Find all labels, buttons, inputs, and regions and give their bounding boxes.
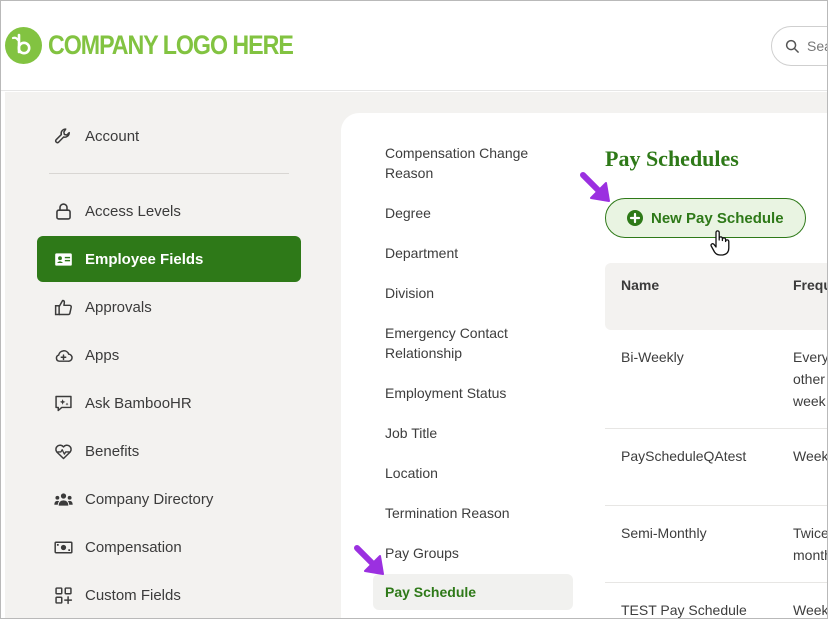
submenu-item-employment-status[interactable]: Employment Status (385, 383, 565, 403)
column-header-frequency[interactable]: Frequ (793, 277, 827, 293)
annotation-arrow-icon (580, 172, 610, 202)
submenu-item-termination-reason[interactable]: Termination Reason (385, 503, 565, 523)
table-cell-name[interactable]: Semi-Monthly (621, 522, 707, 544)
grid-plus-icon (54, 586, 72, 604)
sidebar-item-company-directory[interactable]: Company Directory (37, 476, 301, 522)
submenu-item-job-title[interactable]: Job Title (385, 423, 565, 443)
row-divider (605, 428, 827, 429)
sidebar-item-approvals[interactable]: Approvals (37, 284, 301, 330)
search-placeholder: Sea (807, 38, 827, 54)
heart-pulse-icon (54, 444, 72, 459)
new-pay-schedule-label: New Pay Schedule (651, 209, 784, 227)
table-header (605, 263, 827, 330)
table-cell-name[interactable]: Bi-Weekly (621, 346, 684, 368)
table-cell-name[interactable]: TEST Pay Schedule (621, 599, 747, 618)
table-cell-name[interactable]: PayScheduleQAtest (621, 445, 746, 467)
table-cell-frequency: week (793, 393, 826, 409)
sidebar-item-custom-fields[interactable]: Custom Fields (37, 572, 301, 618)
sidebar-item-label: Approvals (85, 298, 152, 316)
thumbs-up-icon (54, 299, 72, 315)
sidebar-item-access-levels[interactable]: Access Levels (37, 188, 301, 234)
submenu-item-emergency-contact-relationship[interactable]: Emergency Contact Relationship (385, 323, 565, 363)
id-card-icon (54, 252, 72, 266)
sidebar-item-label: Custom Fields (85, 586, 181, 604)
sidebar-item-compensation[interactable]: Compensation (37, 524, 301, 570)
submenu-item-compensation-change-reason[interactable]: Compensation Change Reason (385, 143, 565, 183)
table-cell-frequency: Week (793, 448, 828, 464)
hand-cursor-icon (710, 230, 730, 256)
table-cell-frequency: other (793, 371, 825, 387)
sidebar-item-label: Compensation (85, 538, 182, 556)
sidebar-item-employee-fields[interactable]: Employee Fields (37, 236, 301, 282)
cloud-plus-icon (55, 349, 73, 362)
submenu-item-division[interactable]: Division (385, 283, 565, 303)
submenu-item-degree[interactable]: Degree (385, 203, 565, 223)
sidebar-item-label: Account (85, 127, 140, 145)
row-divider (605, 582, 827, 583)
sidebar-item-label: Benefits (85, 442, 140, 460)
submenu-item-department[interactable]: Department (385, 243, 565, 263)
table-cell-frequency: Every (793, 349, 828, 365)
search-icon (785, 39, 799, 53)
app-window: COMPANY LOGO HERE Sea Account Access Lev… (0, 0, 828, 619)
annotation-arrow-icon (354, 545, 384, 575)
sidebar-item-benefits[interactable]: Benefits (37, 428, 301, 474)
company-logo[interactable]: COMPANY LOGO HERE (5, 27, 333, 64)
people-icon (53, 492, 73, 506)
sidebar-item-apps[interactable]: Apps (37, 332, 301, 378)
sidebar-item-ask-bamboohr[interactable]: Ask BambooHR (37, 380, 301, 426)
sidebar-item-account[interactable]: Account (37, 113, 301, 159)
page-title: Pay Schedules (605, 146, 739, 171)
sidebar-item-label: Company Directory (85, 490, 214, 508)
money-icon (53, 541, 73, 553)
table-cell-frequency: month (793, 547, 827, 563)
lock-icon (55, 202, 71, 220)
top-header: COMPANY LOGO HERE Sea (1, 1, 827, 91)
column-header-name[interactable]: Name (621, 277, 659, 293)
wrench-icon (54, 127, 70, 143)
chat-sparkle-icon (54, 395, 72, 411)
sidebar-item-label: Apps (85, 346, 120, 364)
new-pay-schedule-button[interactable]: New Pay Schedule (605, 198, 806, 238)
sidebar-item-label: Employee Fields (85, 250, 204, 268)
plus-circle-icon (627, 210, 643, 226)
row-divider (605, 505, 827, 506)
submenu-item-pay-groups[interactable]: Pay Groups (385, 543, 565, 563)
sidebar-divider (49, 173, 289, 174)
submenu-item-pay-schedule[interactable]: Pay Schedule (385, 582, 565, 602)
table-cell-frequency: Week (793, 602, 828, 618)
submenu-item-location[interactable]: Location (385, 463, 565, 483)
table-cell-frequency: Twice (793, 525, 828, 541)
search-input[interactable]: Sea (771, 26, 827, 66)
sidebar-item-label: Ask BambooHR (85, 394, 192, 412)
logo-text: COMPANY LOGO HERE (48, 30, 294, 60)
sidebar-item-label: Access Levels (85, 202, 181, 220)
bamboo-logo-icon (5, 27, 42, 64)
